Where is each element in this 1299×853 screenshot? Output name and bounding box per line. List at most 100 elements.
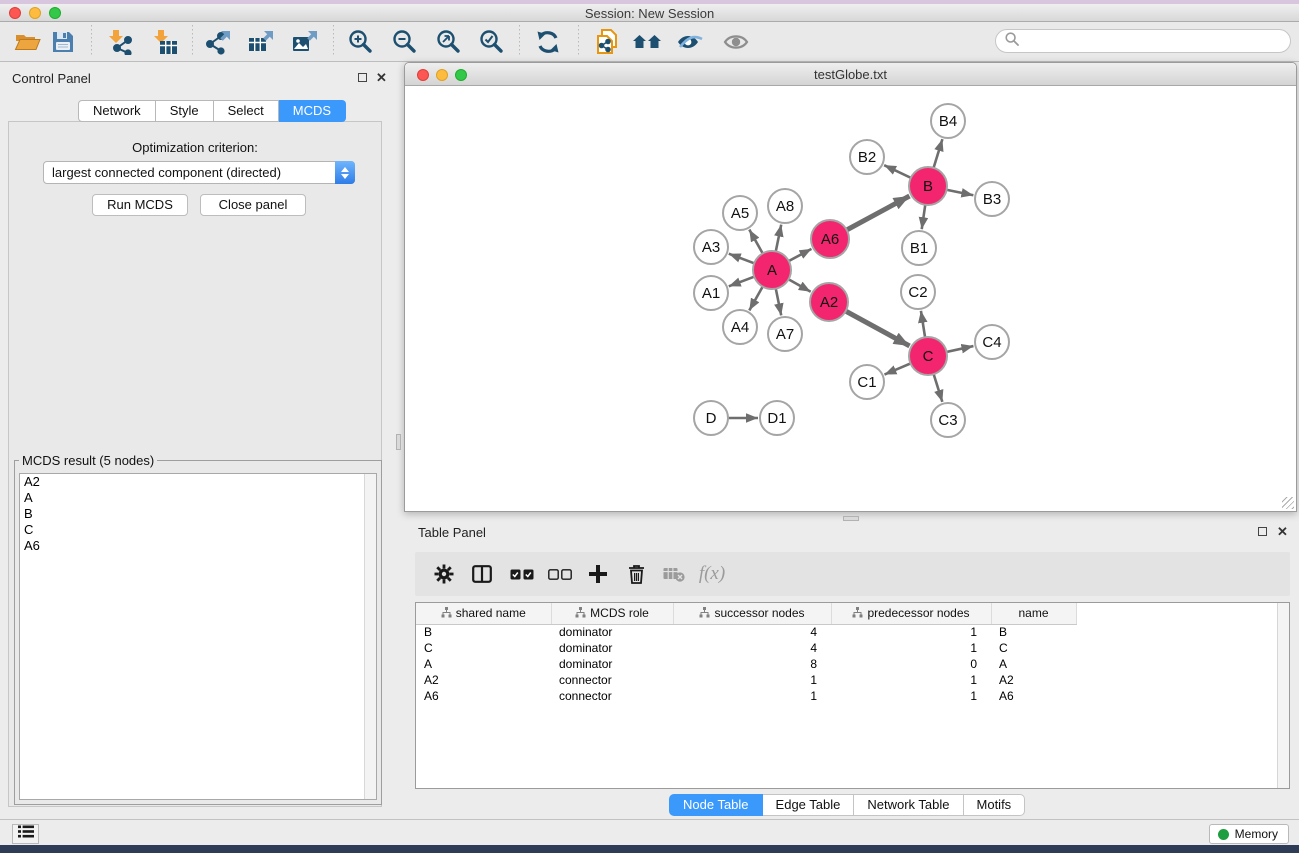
tab-motifs[interactable]: Motifs [964, 794, 1026, 816]
graph-node-D1[interactable]: D1 [760, 401, 794, 435]
network-canvas[interactable]: B4B2BB3A5A8A6B1A3AA1C2A2A4A7C4CC1C3DD1 [405, 86, 1296, 511]
table-cell[interactable]: A [991, 656, 1076, 672]
column-header[interactable]: predecessor nodes [831, 603, 991, 624]
tab-mcds[interactable]: MCDS [279, 100, 346, 122]
window-resize-grip[interactable] [1282, 497, 1294, 509]
table-cell[interactable]: A [416, 656, 551, 672]
mcds-result-item[interactable]: A [20, 490, 376, 506]
table-cell[interactable]: 8 [673, 656, 831, 672]
mcds-result-item[interactable]: C [20, 522, 376, 538]
graph-node-A6[interactable]: A6 [811, 220, 849, 258]
save-session-icon[interactable] [45, 24, 81, 60]
table-cell[interactable]: 1 [831, 672, 991, 688]
select-all-columns-icon[interactable] [503, 555, 541, 593]
export-table-icon[interactable] [243, 24, 279, 60]
tab-style[interactable]: Style [156, 100, 214, 122]
show-column-panel-icon[interactable] [463, 555, 501, 593]
graph-node-B2[interactable]: B2 [850, 140, 884, 174]
zoom-selected-icon[interactable] [474, 24, 510, 60]
close-panel-button[interactable]: Close panel [200, 194, 306, 216]
import-table-icon[interactable] [147, 24, 183, 60]
network-window-titlebar[interactable]: testGlobe.txt [405, 63, 1296, 86]
open-file-icon[interactable] [10, 24, 46, 60]
table-cell[interactable]: 1 [673, 688, 831, 704]
graph-node-A3[interactable]: A3 [694, 230, 728, 264]
graph-node-A8[interactable]: A8 [768, 189, 802, 223]
show-all-icon[interactable] [718, 24, 754, 60]
graph-node-A2[interactable]: A2 [810, 283, 848, 321]
tab-node-table[interactable]: Node Table [669, 794, 763, 816]
graph-node-B1[interactable]: B1 [902, 231, 936, 265]
table-row[interactable]: Adominator80A [416, 656, 1076, 672]
table-cell[interactable]: C [416, 640, 551, 656]
tab-network-table[interactable]: Network Table [854, 794, 963, 816]
mcds-result-item[interactable]: A2 [20, 474, 376, 490]
table-cell[interactable]: B [416, 624, 551, 640]
graph-node-D[interactable]: D [694, 401, 728, 435]
hide-selected-icon[interactable] [672, 24, 708, 60]
deselect-all-columns-icon[interactable] [541, 555, 579, 593]
table-panel-close-button[interactable]: ✕ [1277, 526, 1288, 537]
table-cell[interactable]: 1 [831, 688, 991, 704]
memory-button[interactable]: Memory [1209, 824, 1289, 844]
graph-node-A7[interactable]: A7 [768, 317, 802, 351]
table-row[interactable]: Bdominator41B [416, 624, 1076, 640]
table-panel-float-button[interactable] [1258, 527, 1267, 539]
network-graph[interactable]: B4B2BB3A5A8A6B1A3AA1C2A2A4A7C4CC1C3DD1 [405, 86, 1296, 511]
criterion-dropdown[interactable]: largest connected component (directed) [43, 161, 355, 184]
graph-node-C2[interactable]: C2 [901, 275, 935, 309]
table-cell[interactable]: 1 [831, 640, 991, 656]
export-image-icon[interactable] [287, 24, 323, 60]
graph-node-C[interactable]: C [909, 337, 947, 375]
refresh-icon[interactable] [530, 24, 566, 60]
table-cell[interactable]: A2 [416, 672, 551, 688]
search-field[interactable] [995, 29, 1291, 53]
zoom-fit-icon[interactable] [431, 24, 467, 60]
tab-select[interactable]: Select [214, 100, 279, 122]
zoom-out-icon[interactable] [387, 24, 423, 60]
table-row[interactable]: A6connector11A6 [416, 688, 1076, 704]
first-neighbors-icon[interactable] [629, 24, 665, 60]
table-row[interactable]: A2connector11A2 [416, 672, 1076, 688]
table-cell[interactable]: A2 [991, 672, 1076, 688]
table-cell[interactable]: 0 [831, 656, 991, 672]
column-header[interactable]: shared name [416, 603, 551, 624]
table-cell[interactable]: dominator [551, 640, 673, 656]
graph-node-A1[interactable]: A1 [694, 276, 728, 310]
pane-divider-grip[interactable] [843, 516, 859, 521]
tab-network[interactable]: Network [78, 100, 156, 122]
table-cell[interactable]: 4 [673, 640, 831, 656]
graph-node-C4[interactable]: C4 [975, 325, 1009, 359]
graph-node-A5[interactable]: A5 [723, 196, 757, 230]
table-settings-gear-icon[interactable] [425, 555, 463, 593]
pane-divider-grip[interactable] [396, 434, 401, 450]
run-mcds-button[interactable]: Run MCDS [92, 194, 188, 216]
mcds-result-item[interactable]: A6 [20, 538, 376, 554]
graph-node-C1[interactable]: C1 [850, 365, 884, 399]
table-cell[interactable]: 4 [673, 624, 831, 640]
column-header[interactable]: successor nodes [673, 603, 831, 624]
task-history-button[interactable] [12, 824, 39, 844]
search-input[interactable] [1025, 31, 1290, 51]
delete-column-icon[interactable] [617, 555, 655, 593]
mcds-result-list[interactable]: A2ABCA6 [19, 473, 377, 800]
table-cell[interactable]: dominator [551, 624, 673, 640]
delete-table-icon[interactable] [655, 555, 693, 593]
table-cell[interactable]: connector [551, 688, 673, 704]
column-header[interactable]: name [991, 603, 1076, 624]
clone-network-icon[interactable] [589, 24, 625, 60]
graph-node-B4[interactable]: B4 [931, 104, 965, 138]
mcds-result-item[interactable]: B [20, 506, 376, 522]
table-scrollbar[interactable] [1277, 603, 1289, 788]
node-table[interactable]: shared nameMCDS rolesuccessor nodesprede… [415, 602, 1290, 789]
import-network-icon[interactable] [102, 24, 138, 60]
export-network-icon[interactable] [200, 24, 236, 60]
table-cell[interactable]: C [991, 640, 1076, 656]
control-panel-close-button[interactable]: ✕ [376, 72, 387, 83]
graph-node-B3[interactable]: B3 [975, 182, 1009, 216]
graph-node-A4[interactable]: A4 [723, 310, 757, 344]
zoom-in-icon[interactable] [343, 24, 379, 60]
create-column-icon[interactable] [579, 555, 617, 593]
table-cell[interactable]: 1 [831, 624, 991, 640]
graph-node-A[interactable]: A [753, 251, 791, 289]
